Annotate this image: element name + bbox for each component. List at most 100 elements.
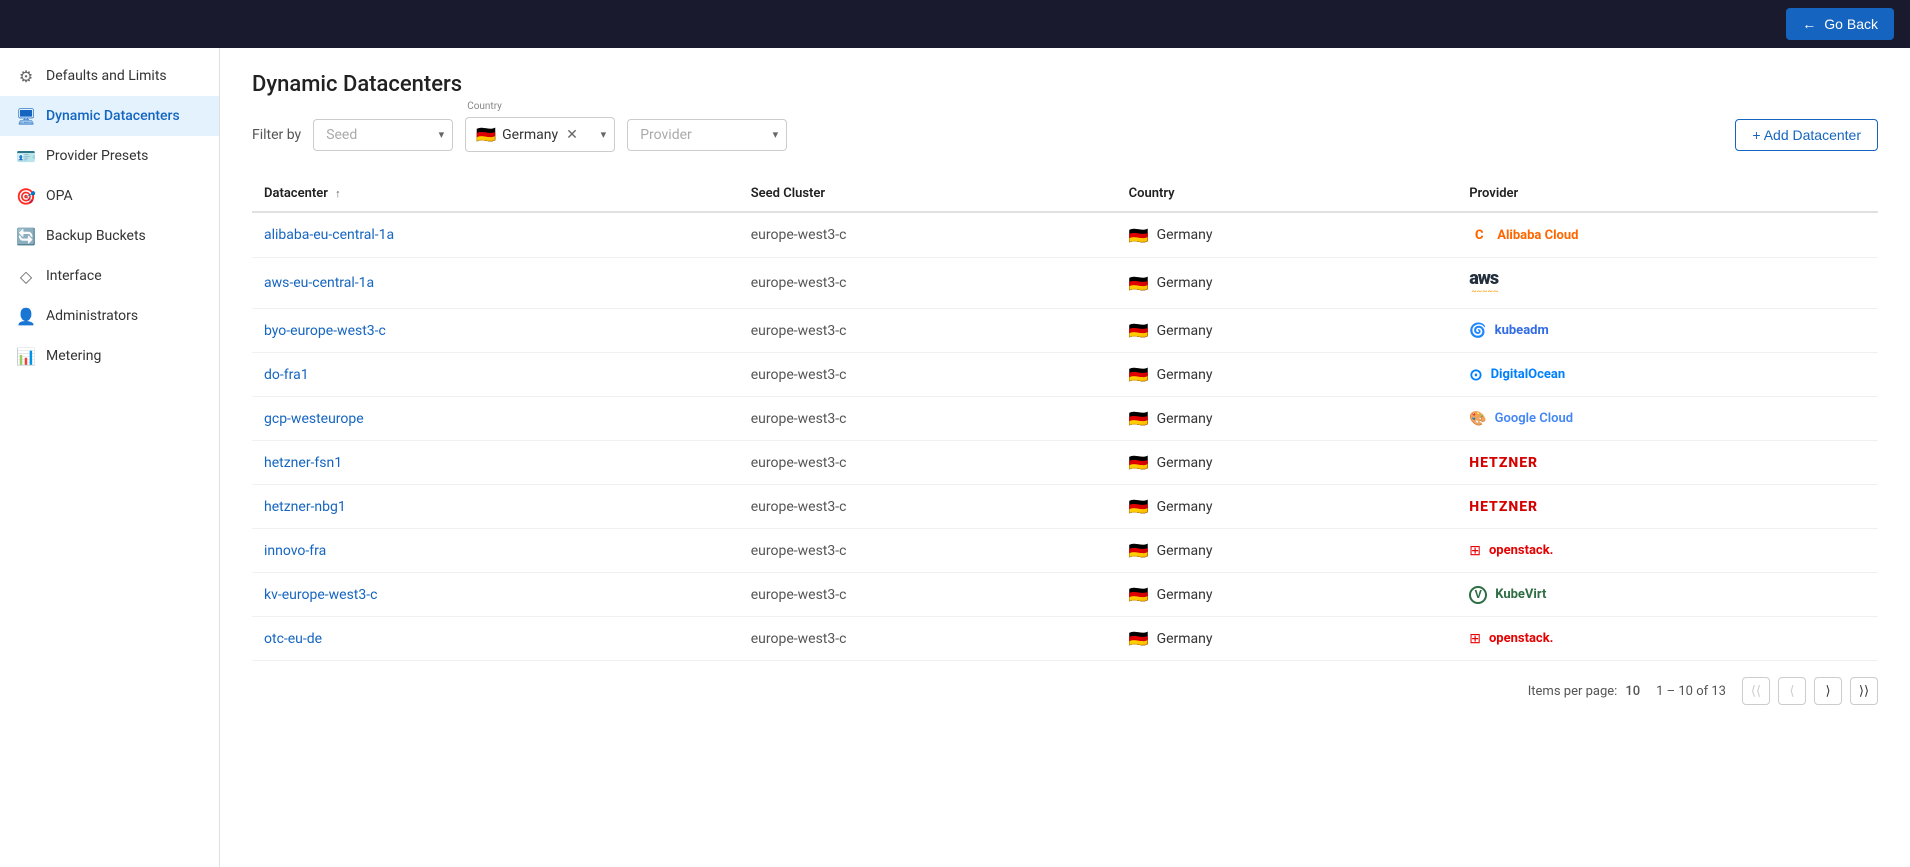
table-header: Datacenter ↑ Seed Cluster Country Provid… <box>252 176 1878 212</box>
cell-country: 🇩🇪 Germany <box>1117 397 1458 441</box>
aws-logo: aws ~~~~~ <box>1469 270 1498 296</box>
cell-datacenter[interactable]: innovo-fra <box>252 529 739 573</box>
datacenters-table: Datacenter ↑ Seed Cluster Country Provid… <box>252 176 1878 661</box>
openstack-icon: ⊞ <box>1469 543 1481 559</box>
alibaba-icon: C <box>1469 225 1489 245</box>
table-row: gcp-westeurope europe-west3-c 🇩🇪 Germany… <box>252 397 1878 441</box>
sidebar-label-defaults-limits: Defaults and Limits <box>46 68 167 84</box>
pagination-row: Items per page: 10 1 – 10 of 13 ⟨⟨ ⟨ ⟩ ⟩… <box>252 661 1878 705</box>
table-body: alibaba-eu-central-1a europe-west3-c 🇩🇪 … <box>252 212 1878 661</box>
cell-provider: ⊞ openstack. <box>1457 529 1878 573</box>
cell-seed-cluster: europe-west3-c <box>739 212 1117 258</box>
cell-country: 🇩🇪 Germany <box>1117 309 1458 353</box>
sidebar-item-administrators[interactable]: 👤 Administrators <box>0 296 219 336</box>
flag-icon: 🇩🇪 <box>1129 453 1149 472</box>
cell-provider: HETZNER <box>1457 485 1878 529</box>
go-back-label: Go Back <box>1824 16 1878 32</box>
col-datacenter-label: Datacenter <box>264 186 328 201</box>
cell-provider: ⊙DigitalOcean <box>1457 353 1878 397</box>
flag-icon: 🇩🇪 <box>1129 541 1149 560</box>
pagination-next-button[interactable]: ⟩ <box>1814 677 1842 705</box>
cell-datacenter[interactable]: hetzner-nbg1 <box>252 485 739 529</box>
provider-dropdown[interactable]: Provider ▾ <box>627 119 787 151</box>
cell-seed-cluster: europe-west3-c <box>739 441 1117 485</box>
country-text: Germany <box>1157 227 1213 243</box>
sidebar-icon-interface: ◇ <box>16 266 36 286</box>
cell-seed-cluster: europe-west3-c <box>739 258 1117 309</box>
table-row: byo-europe-west3-c europe-west3-c 🇩🇪 Ger… <box>252 309 1878 353</box>
sidebar-item-provider-presets[interactable]: 🪪 Provider Presets <box>0 136 219 176</box>
col-seed-cluster: Seed Cluster <box>739 176 1117 212</box>
seed-dropdown[interactable]: Seed ▾ <box>313 119 453 151</box>
country-text: Germany <box>1157 275 1213 291</box>
table-row: hetzner-fsn1 europe-west3-c 🇩🇪 Germany H… <box>252 441 1878 485</box>
sidebar-item-interface[interactable]: ◇ Interface <box>0 256 219 296</box>
cell-datacenter[interactable]: hetzner-fsn1 <box>252 441 739 485</box>
cell-datacenter[interactable]: do-fra1 <box>252 353 739 397</box>
cell-country: 🇩🇪 Germany <box>1117 258 1458 309</box>
add-datacenter-button[interactable]: + Add Datacenter <box>1735 119 1878 151</box>
germany-flag: 🇩🇪 <box>476 125 496 144</box>
cell-seed-cluster: europe-west3-c <box>739 573 1117 617</box>
sidebar-icon-metering: 📊 <box>16 346 36 366</box>
go-back-button[interactable]: ← Go Back <box>1786 8 1894 40</box>
provider-name: kubeadm <box>1495 323 1549 338</box>
provider-name: KubeVirt <box>1495 587 1546 602</box>
flag-icon: 🇩🇪 <box>1129 365 1149 384</box>
sidebar-item-opa[interactable]: 🎯 OPA <box>0 176 219 216</box>
kubeadm-icon: 🌀 <box>1469 323 1486 339</box>
pagination-prev-button[interactable]: ⟨ <box>1778 677 1806 705</box>
country-dropdown[interactable]: 🇩🇪 Germany ✕ ▾ <box>465 117 615 152</box>
sidebar-item-defaults-limits[interactable]: ⚙ Defaults and Limits <box>0 56 219 96</box>
sidebar-label-dynamic-datacenters: Dynamic Datacenters <box>46 108 180 124</box>
sidebar-item-metering[interactable]: 📊 Metering <box>0 336 219 376</box>
sidebar-item-dynamic-datacenters[interactable]: 🖥 Dynamic Datacenters <box>0 96 219 136</box>
aws-smile: ~~~~~ <box>1471 288 1498 296</box>
provider-name: openstack. <box>1489 543 1553 558</box>
openstack-icon: ⊞ <box>1469 631 1481 647</box>
items-per-page-label: Items per page: <box>1528 684 1618 699</box>
flag-icon: 🇩🇪 <box>1129 409 1149 428</box>
sidebar-icon-backup-buckets: 🔄 <box>16 226 36 246</box>
cell-datacenter[interactable]: byo-europe-west3-c <box>252 309 739 353</box>
cell-datacenter[interactable]: otc-eu-de <box>252 617 739 661</box>
cell-seed-cluster: europe-west3-c <box>739 353 1117 397</box>
provider-name: HETZNER <box>1469 455 1538 471</box>
country-clear-button[interactable]: ✕ <box>564 127 580 143</box>
cell-provider: HETZNER <box>1457 441 1878 485</box>
cell-country: 🇩🇪 Germany <box>1117 485 1458 529</box>
sidebar-label-backup-buckets: Backup Buckets <box>46 228 146 244</box>
flag-icon: 🇩🇪 <box>1129 629 1149 648</box>
cell-seed-cluster: europe-west3-c <box>739 485 1117 529</box>
table-row: otc-eu-de europe-west3-c 🇩🇪 Germany ⊞ope… <box>252 617 1878 661</box>
cell-datacenter[interactable]: aws-eu-central-1a <box>252 258 739 309</box>
cell-country: 🇩🇪 Germany <box>1117 353 1458 397</box>
cell-provider: V KubeVirt <box>1457 573 1878 617</box>
cell-datacenter[interactable]: alibaba-eu-central-1a <box>252 212 739 258</box>
country-text: Germany <box>1157 367 1213 383</box>
pagination-last-button[interactable]: ⟩⟩ <box>1850 677 1878 705</box>
flag-icon: 🇩🇪 <box>1129 497 1149 516</box>
provider-name: HETZNER <box>1469 499 1538 515</box>
cell-datacenter[interactable]: kv-europe-west3-c <box>252 573 739 617</box>
sidebar-label-administrators: Administrators <box>46 308 138 324</box>
aws-text: aws <box>1469 270 1498 288</box>
sidebar-label-interface: Interface <box>46 268 102 284</box>
kubevirt-icon: V <box>1469 586 1487 604</box>
pagination-first-button[interactable]: ⟨⟨ <box>1742 677 1770 705</box>
cell-provider: ⊞ openstack. <box>1457 617 1878 661</box>
table-row: kv-europe-west3-c europe-west3-c 🇩🇪 Germ… <box>252 573 1878 617</box>
google-icon: 🎨 <box>1469 411 1486 427</box>
sidebar-item-backup-buckets[interactable]: 🔄 Backup Buckets <box>0 216 219 256</box>
cell-country: 🇩🇪 Germany <box>1117 617 1458 661</box>
sidebar-label-provider-presets: Provider Presets <box>46 148 148 164</box>
provider-name: DigitalOcean <box>1491 367 1566 382</box>
top-bar: ← Go Back <box>0 0 1910 48</box>
provider-name: openstack. <box>1489 631 1553 646</box>
cell-datacenter[interactable]: gcp-westeurope <box>252 397 739 441</box>
main-content: Dynamic Datacenters Filter by Seed ▾ Cou… <box>220 48 1910 867</box>
col-provider-label: Provider <box>1469 186 1518 201</box>
provider-placeholder: Provider <box>640 127 692 143</box>
col-seed-label: Seed Cluster <box>751 186 825 201</box>
table-row: hetzner-nbg1 europe-west3-c 🇩🇪 Germany H… <box>252 485 1878 529</box>
